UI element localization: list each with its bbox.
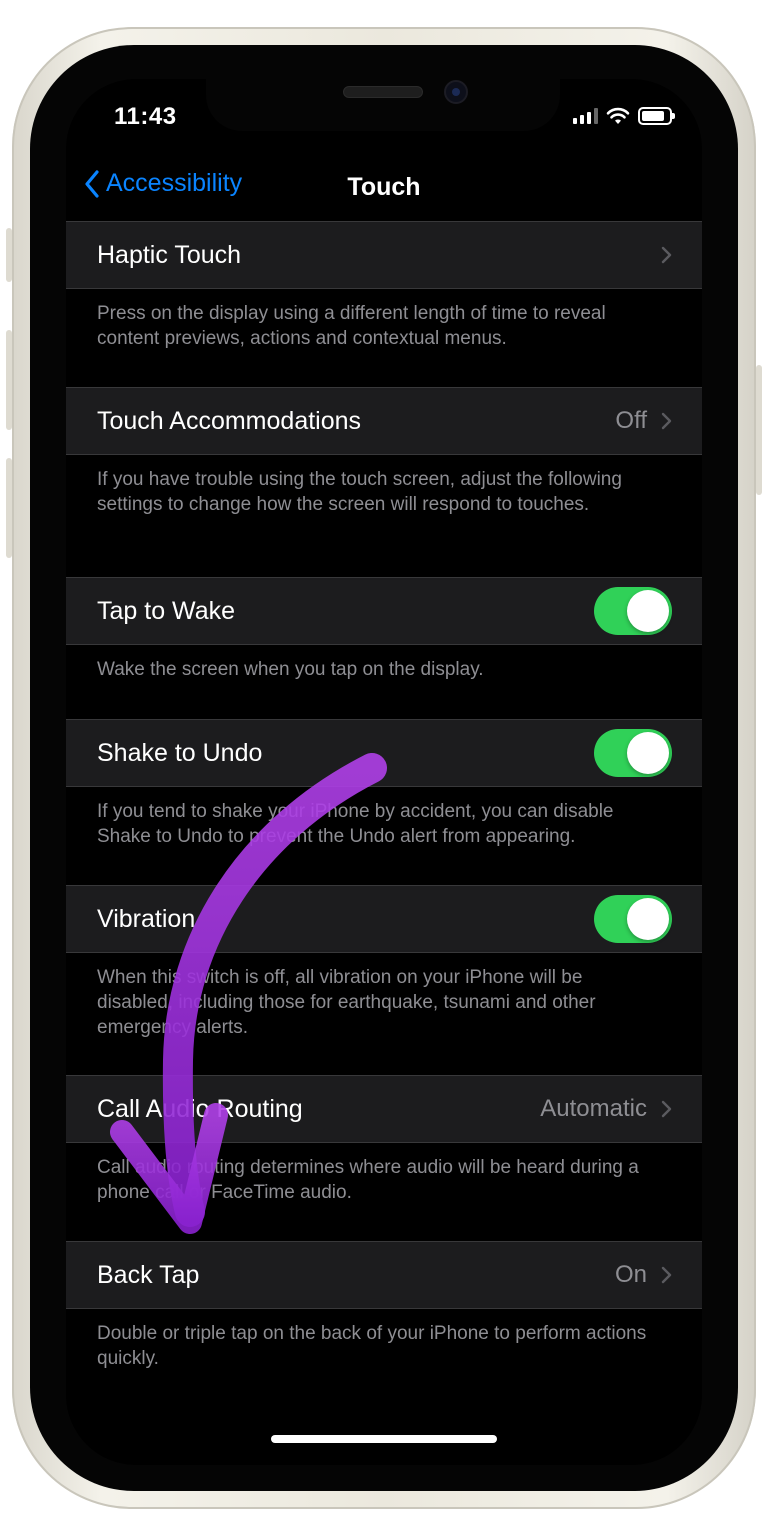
chevron-right-icon [661, 412, 672, 430]
vibration-row: Vibration [66, 885, 702, 953]
vibration-toggle[interactable] [594, 895, 672, 943]
row-label: Touch Accommodations [97, 406, 362, 435]
toggle-knob [627, 732, 669, 774]
row-label: Vibration [97, 904, 196, 933]
row-label: Call Audio Routing [97, 1094, 303, 1123]
shake-to-undo-toggle[interactable] [594, 729, 672, 777]
row-footer: Call audio routing determines where audi… [97, 1157, 639, 1203]
home-indicator [271, 1435, 497, 1443]
haptic-touch-row[interactable]: Haptic Touch [66, 221, 702, 289]
back-tap-row[interactable]: Back Tap On [66, 1241, 702, 1309]
chevron-right-icon [661, 1100, 672, 1118]
row-label: Tap to Wake [97, 596, 236, 625]
silent-switch [6, 228, 12, 282]
row-label: Shake to Undo [97, 738, 263, 767]
tap-to-wake-toggle[interactable] [594, 587, 672, 635]
row-footer: Press on the display using a different l… [97, 303, 606, 349]
settings-list: Haptic Touch Press on the display using … [66, 221, 702, 1389]
volume-down-button [6, 458, 12, 558]
row-value: Off [615, 407, 647, 434]
front-camera-icon [444, 80, 468, 104]
chevron-right-icon [661, 1266, 672, 1284]
touch-accommodations-row[interactable]: Touch Accommodations Off [66, 387, 702, 455]
shake-to-undo-row: Shake to Undo [66, 719, 702, 787]
chevron-right-icon [661, 246, 672, 264]
row-footer: When this switch is off, all vibration o… [97, 967, 596, 1038]
page-title: Touch [347, 173, 421, 201]
call-audio-routing-row[interactable]: Call Audio Routing Automatic [66, 1075, 702, 1143]
cellular-signal-icon [573, 108, 598, 124]
row-footer: Wake the screen when you tap on the disp… [97, 659, 484, 680]
row-label: Haptic Touch [97, 240, 242, 269]
row-footer: If you have trouble using the touch scre… [97, 469, 622, 515]
navigation-bar: Accessibility Touch [66, 161, 702, 213]
volume-up-button [6, 330, 12, 430]
row-value: Automatic [540, 1095, 647, 1122]
notch [206, 79, 560, 131]
row-value: On [614, 1261, 647, 1288]
tap-to-wake-row: Tap to Wake [66, 577, 702, 645]
row-footer: Double or triple tap on the back of your… [97, 1323, 647, 1369]
phone-screen: 11:43 Accessibility Touch Haptic Touch P… [66, 79, 702, 1465]
side-button [756, 365, 762, 495]
status-icons [573, 107, 675, 125]
earpiece-speaker [343, 86, 423, 98]
row-footer: If you tend to shake your iPhone by acci… [97, 801, 614, 847]
wifi-icon [606, 107, 630, 124]
toggle-knob [627, 898, 669, 940]
row-label: Back Tap [97, 1260, 200, 1289]
battery-icon [638, 107, 675, 125]
status-time: 11:43 [114, 103, 177, 130]
toggle-knob [627, 590, 669, 632]
